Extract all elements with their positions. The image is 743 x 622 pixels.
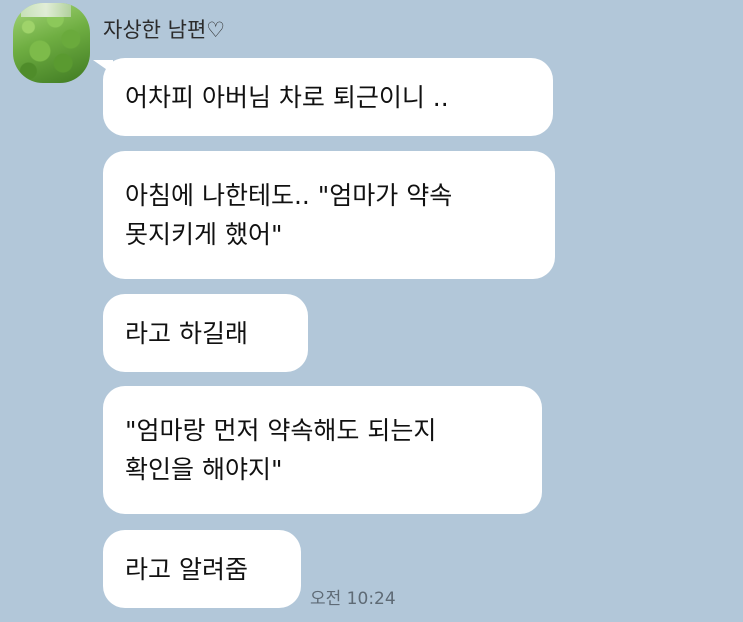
sender-name: 자상한 남편♡ xyxy=(103,18,226,42)
avatar-photo-detail xyxy=(21,3,71,17)
message-bubble[interactable]: 아침에 나한테도.. "엄마가 약속 못지키게 했어" xyxy=(103,151,555,279)
message-timestamp: 오전 10:24 xyxy=(310,589,396,609)
message-text-line: 라고 알려줌 xyxy=(125,554,248,584)
message-bubble[interactable]: 라고 하길래 xyxy=(103,294,308,372)
sender-avatar[interactable] xyxy=(13,3,90,83)
message-text-line: 못지키게 했어" xyxy=(125,220,283,249)
message-text-line: 확인을 해야지" xyxy=(125,455,283,484)
message-bubble[interactable]: 라고 알려줌 xyxy=(103,530,301,608)
message-text-line: 아침에 나한테도.. "엄마가 약속 xyxy=(125,181,453,210)
message-text-line: 라고 하길래 xyxy=(125,318,248,348)
message-text-line: "엄마랑 먼저 약속해도 되는지 xyxy=(125,416,437,445)
message-bubble[interactable]: "엄마랑 먼저 약속해도 되는지 확인을 해야지" xyxy=(103,386,542,514)
message-bubble[interactable]: 어차피 아버님 차로 퇴근이니 .. xyxy=(103,58,553,136)
message-text-line: 어차피 아버님 차로 퇴근이니 .. xyxy=(125,82,449,112)
